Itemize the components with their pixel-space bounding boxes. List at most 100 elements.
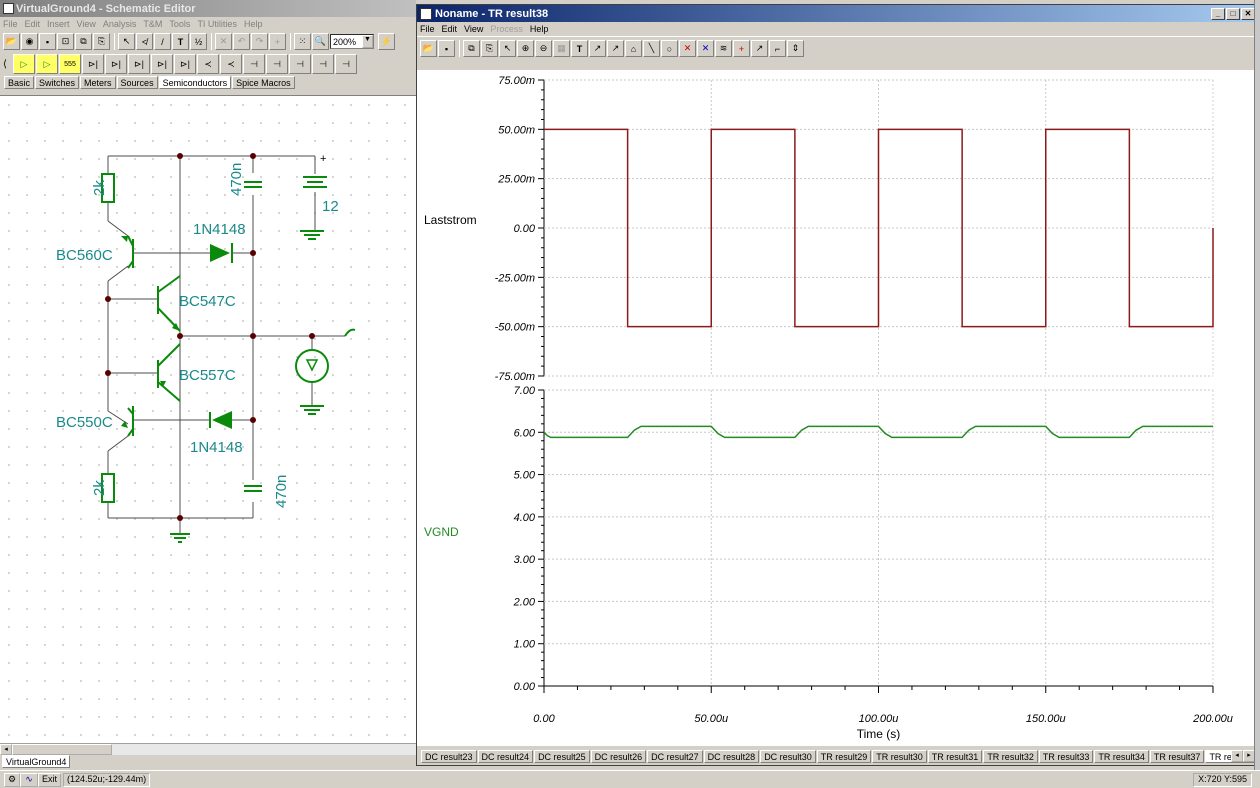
copy-icon[interactable]: ⧉ xyxy=(463,40,480,57)
pnp-icon[interactable]: ≺ xyxy=(220,54,242,74)
cursor-a-icon[interactable]: ↗ xyxy=(589,40,606,57)
menu-analysis[interactable]: Analysis xyxy=(103,19,137,29)
tab-semiconductors[interactable]: Semiconductors xyxy=(158,76,232,89)
result-tab[interactable]: TR result33 xyxy=(1038,749,1094,763)
text-icon[interactable]: T xyxy=(172,33,189,50)
save-icon[interactable]: ▪ xyxy=(438,40,455,57)
result-tab[interactable]: TR result32 xyxy=(983,749,1038,763)
close-button[interactable]: ✕ xyxy=(1241,7,1255,20)
timer-555-icon[interactable]: 555 xyxy=(59,54,81,74)
instrument-icon[interactable]: ⚡ xyxy=(378,33,395,50)
result-tab[interactable]: TR result34 xyxy=(1094,749,1149,763)
undo-icon[interactable]: ↶ xyxy=(233,33,250,50)
pjfet-icon[interactable]: ⊣ xyxy=(266,54,288,74)
led-icon[interactable]: ⊳| xyxy=(128,54,150,74)
tab-scroll-left[interactable]: ◂ xyxy=(1231,750,1243,762)
scroll-left-icon[interactable]: ⟨ xyxy=(3,59,13,70)
open-icon[interactable]: 📂 xyxy=(3,33,20,50)
opamp-icon[interactable]: ▷ xyxy=(13,54,35,74)
result-tab[interactable]: DC result23 xyxy=(421,749,477,763)
exit-button[interactable]: Exit xyxy=(38,772,62,787)
text-icon[interactable]: T xyxy=(571,40,588,57)
result-tab[interactable]: DC result25 xyxy=(534,749,590,763)
menu-edit[interactable]: Edit xyxy=(25,19,41,29)
zoom-in-icon[interactable]: ⊕ xyxy=(517,40,534,57)
result-tab[interactable]: TR result30 xyxy=(872,749,927,763)
chart-tool-icon[interactable]: ∿ xyxy=(20,772,38,787)
menu-tm[interactable]: T&M xyxy=(143,19,162,29)
redo-icon[interactable]: ↷ xyxy=(251,33,268,50)
schematic-canvas[interactable]: 2k BC560C 1N4148 470n 12 BC547C BC557C B… xyxy=(0,95,416,743)
menu-view[interactable]: View xyxy=(77,19,96,29)
tab-spice-macros[interactable]: Spice Macros xyxy=(232,76,295,89)
result-menu-file[interactable]: File xyxy=(420,24,435,34)
grid-icon[interactable]: ▦ xyxy=(553,40,570,57)
result-menu-edit[interactable]: Edit xyxy=(442,24,458,34)
probe-icon[interactable]: ↗ xyxy=(751,40,768,57)
zener-icon[interactable]: ⊳| xyxy=(105,54,127,74)
component-icon[interactable]: ≮ xyxy=(136,33,153,50)
folder-icon[interactable]: ⊡ xyxy=(57,33,74,50)
result-tab[interactable]: TR result37 xyxy=(1149,749,1205,763)
plus-icon[interactable]: + xyxy=(269,33,286,50)
result-tab[interactable]: TR result29 xyxy=(816,749,872,763)
marker-icon[interactable]: ✕ xyxy=(679,40,696,57)
npn-icon[interactable]: ≺ xyxy=(197,54,219,74)
zoom-icon[interactable]: 🔍 xyxy=(312,33,329,50)
result-tab[interactable]: TR result31 xyxy=(927,749,983,763)
line-icon[interactable]: ╲ xyxy=(643,40,660,57)
result-tab[interactable]: DC result30 xyxy=(760,749,816,763)
zoom-out-icon[interactable]: ⊖ xyxy=(535,40,552,57)
menu-insert[interactable]: Insert xyxy=(47,19,70,29)
menu-help[interactable]: Help xyxy=(244,19,263,29)
result-tab[interactable]: DC result28 xyxy=(703,749,760,763)
add-marker-icon[interactable]: + xyxy=(733,40,750,57)
varactor-icon[interactable]: ⊳| xyxy=(174,54,196,74)
diode-1n4148-top[interactable] xyxy=(210,244,230,262)
result-menu-process[interactable]: Process xyxy=(490,24,523,34)
nmos-icon[interactable]: ⊣ xyxy=(289,54,311,74)
result-menu-view[interactable]: View xyxy=(464,24,483,34)
envelope-icon[interactable]: ⌂ xyxy=(625,40,642,57)
cursor-b-icon[interactable]: ↗ xyxy=(607,40,624,57)
doc-tab-virtualground4[interactable]: VirtualGround4 xyxy=(2,755,71,768)
probe-tool-icon[interactable]: ⚙ xyxy=(4,772,20,787)
pointer-icon[interactable]: ↖ xyxy=(499,40,516,57)
curves-icon[interactable]: ≋ xyxy=(715,40,732,57)
zoom-select[interactable]: 200% ▼ xyxy=(330,34,374,49)
scroll-thumb[interactable] xyxy=(12,744,112,755)
save-icon[interactable]: ▪ xyxy=(39,33,56,50)
menu-tools[interactable]: Tools xyxy=(169,19,190,29)
minimize-button[interactable]: _ xyxy=(1211,7,1225,20)
result-tab[interactable]: DC result26 xyxy=(590,749,647,763)
paste-icon[interactable]: ⎘ xyxy=(93,33,110,50)
schematic-hscrollbar[interactable]: ◂ xyxy=(0,743,416,755)
tab-basic[interactable]: Basic xyxy=(4,76,35,89)
marker-icon[interactable]: ✕ xyxy=(697,40,714,57)
tab-meters[interactable]: Meters xyxy=(80,76,116,89)
tab-switches[interactable]: Switches xyxy=(35,76,80,89)
diode-icon[interactable]: ⊳| xyxy=(82,54,104,74)
arrows-icon[interactable]: ⇕ xyxy=(787,40,804,57)
copy-icon[interactable]: ⧉ xyxy=(75,33,92,50)
mosfet-icon[interactable]: ⊣ xyxy=(335,54,357,74)
plot-area[interactable]: 75.00m 50.00m 25.00m 0.00 -25.00m -50.00m -75.… xyxy=(417,70,1257,746)
result-menu-help[interactable]: Help xyxy=(530,24,549,34)
result-tab[interactable]: DC result27 xyxy=(647,749,703,763)
step-icon[interactable]: ⌐ xyxy=(769,40,786,57)
scroll-left-button[interactable]: ◂ xyxy=(0,744,12,755)
circle-icon[interactable]: ○ xyxy=(661,40,678,57)
pencil-icon[interactable]: / xyxy=(154,33,171,50)
open-icon[interactable]: 📂 xyxy=(420,40,437,57)
grid-icon[interactable]: ⁙ xyxy=(294,33,311,50)
menu-ti-utilities[interactable]: TI Utilities xyxy=(197,19,237,29)
probe-icon[interactable]: ½ xyxy=(190,33,207,50)
diode-1n4148-bottom[interactable] xyxy=(212,411,232,429)
maximize-button[interactable]: □ xyxy=(1226,7,1240,20)
chevron-down-icon[interactable]: ▼ xyxy=(362,35,373,48)
result-tab[interactable]: DC result24 xyxy=(477,749,534,763)
pointer-icon[interactable]: ↖ xyxy=(118,33,135,50)
menu-file[interactable]: File xyxy=(3,19,18,29)
paste-icon[interactable]: ⎘ xyxy=(481,40,498,57)
tab-sources[interactable]: Sources xyxy=(116,76,158,89)
